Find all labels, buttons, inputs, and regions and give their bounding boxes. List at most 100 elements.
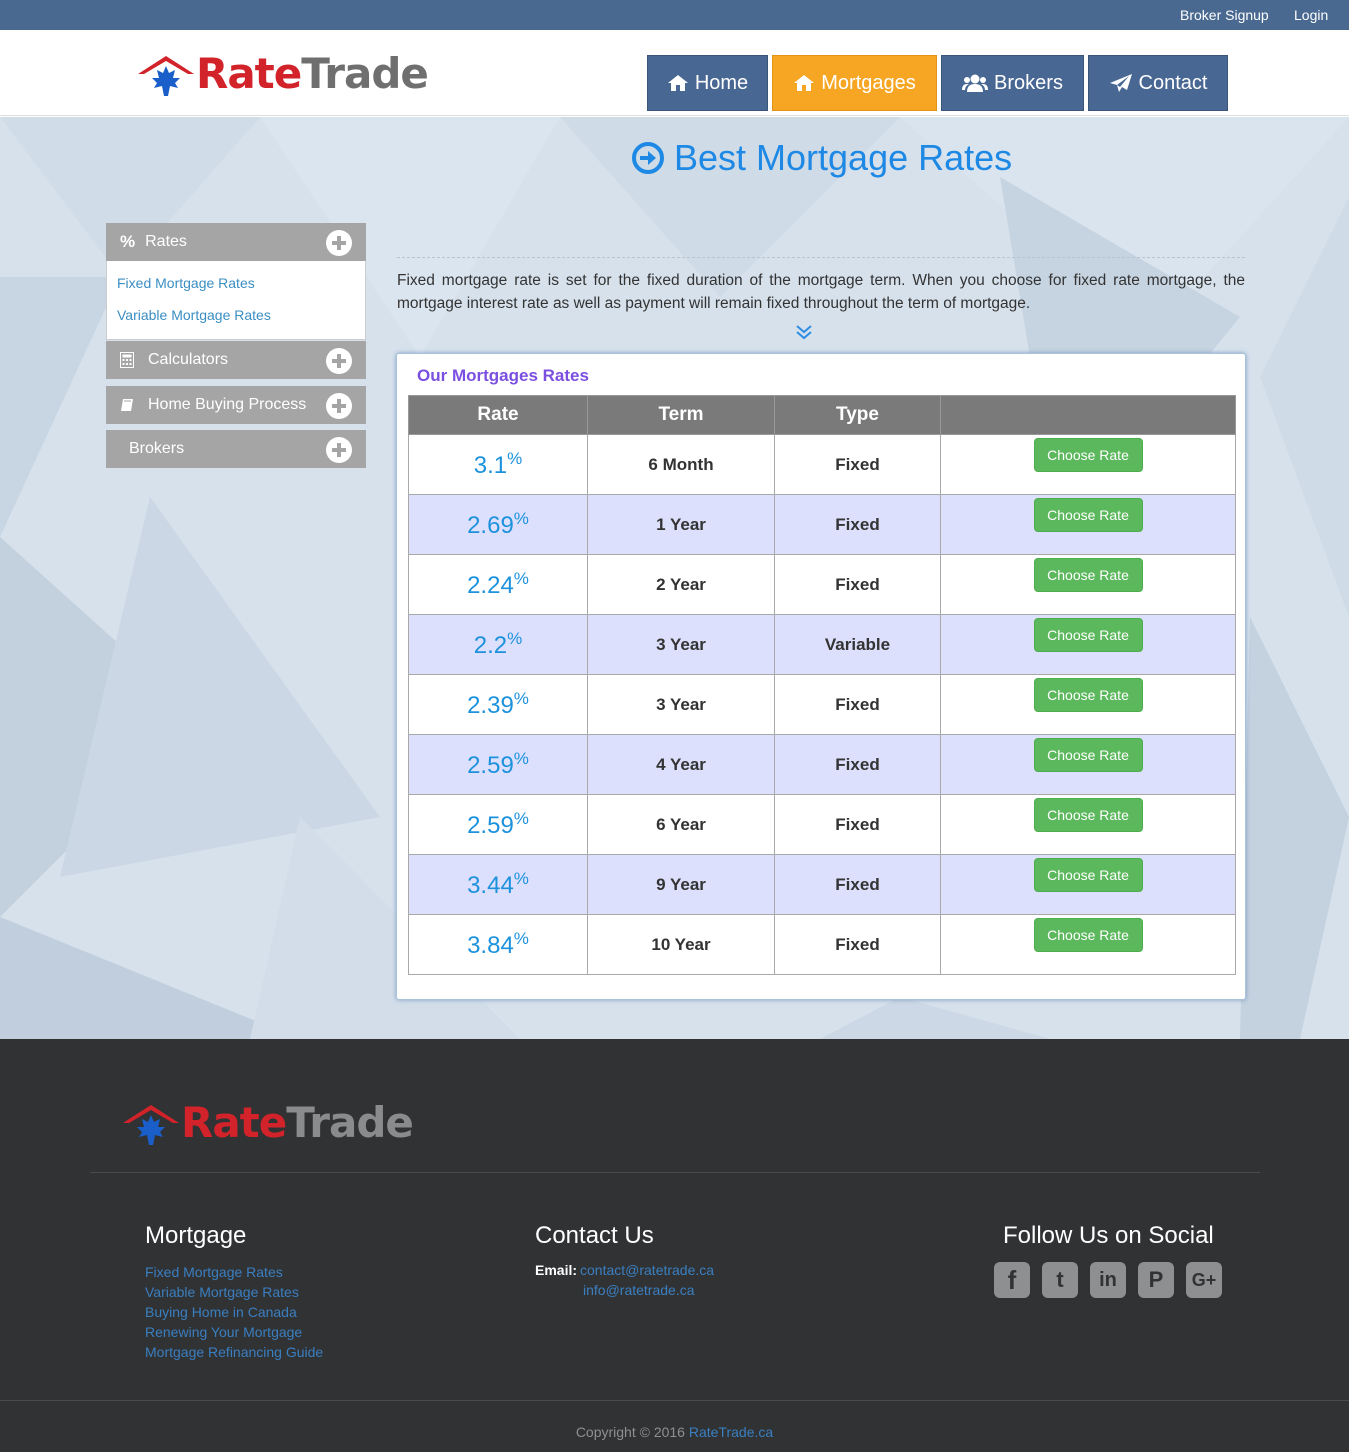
- plus-circle-icon[interactable]: [326, 393, 352, 419]
- ratetrade-logo[interactable]: Rate Trade: [136, 49, 429, 98]
- action-cell: Choose Rate: [940, 674, 1236, 735]
- table-row: 2.59% 4 Year Fixed Choose Rate: [408, 734, 1236, 795]
- footer-link-variable-rates[interactable]: Variable Mortgage Rates: [145, 1282, 323, 1302]
- rate-value: 2.24: [467, 572, 514, 599]
- choose-rate-button[interactable]: Choose Rate: [1033, 858, 1143, 892]
- choose-rate-button[interactable]: Choose Rate: [1033, 678, 1143, 712]
- plus-circle-icon[interactable]: [326, 348, 352, 374]
- action-cell: Choose Rate: [940, 434, 1236, 495]
- rates-panel: Our Mortgages Rates Rate Term Type 3.1% 6…: [396, 353, 1246, 1000]
- sidebar-rates-label: Rates: [145, 233, 187, 250]
- rate-cell: 2.59%: [408, 734, 588, 795]
- double-chevron-down-icon[interactable]: [795, 323, 813, 341]
- nav-contact[interactable]: Contact: [1088, 55, 1228, 111]
- rates-table-body: 3.1% 6 Month Fixed Choose Rate 2.69% 1 Year Fi…: [408, 434, 1236, 975]
- nav-mortgages-label: Mortgages: [821, 71, 916, 94]
- action-cell: Choose Rate: [940, 554, 1236, 615]
- percent-icon: %: [120, 232, 136, 251]
- broker-signup-link[interactable]: Broker Signup: [1180, 7, 1269, 23]
- pinterest-icon[interactable]: P: [1138, 1262, 1174, 1298]
- footer-divider: [90, 1172, 1260, 1173]
- sidebar-home-buying-header[interactable]: Home Buying Process: [106, 386, 366, 424]
- choose-rate-button[interactable]: Choose Rate: [1033, 438, 1143, 472]
- book-icon: [121, 399, 133, 411]
- rate-value: 3.84: [467, 932, 514, 959]
- twitter-icon[interactable]: t: [1042, 1262, 1078, 1298]
- sidebar-calculators-header[interactable]: Calculators: [106, 341, 366, 379]
- choose-rate-button[interactable]: Choose Rate: [1033, 798, 1143, 832]
- percent-sign: %: [513, 689, 529, 708]
- percent-sign: %: [513, 749, 529, 768]
- site-footer: Rate Trade Mortgage Fixed Mortgage Rates…: [0, 1039, 1349, 1452]
- footer-social-heading: Follow Us on Social: [1003, 1222, 1214, 1249]
- footer-logo[interactable]: Rate Trade: [121, 1101, 414, 1145]
- choose-rate-button[interactable]: Choose Rate: [1033, 918, 1143, 952]
- rate-cell: 2.59%: [408, 794, 588, 855]
- action-cell: Choose Rate: [940, 854, 1236, 915]
- footer-contact-heading: Contact Us: [535, 1222, 654, 1249]
- table-row: 2.39% 3 Year Fixed Choose Rate: [408, 674, 1236, 735]
- column-header-action: [940, 395, 1236, 435]
- sidebar-home-buying: Home Buying Process: [106, 386, 366, 424]
- linkedin-icon[interactable]: in: [1090, 1262, 1126, 1298]
- nav-home[interactable]: Home: [647, 55, 768, 111]
- rates-panel-title: Our Mortgages Rates: [417, 366, 589, 385]
- table-header-row: Rate Term Type: [408, 395, 1236, 435]
- sidebar-brokers-header[interactable]: Brokers: [106, 430, 366, 468]
- copyright-link[interactable]: RateTrade.ca: [689, 1424, 773, 1440]
- login-link[interactable]: Login: [1294, 7, 1328, 23]
- term-cell: 9 Year: [587, 854, 775, 915]
- term-cell: 10 Year: [587, 914, 775, 975]
- type-cell: Fixed: [774, 494, 941, 555]
- facebook-icon[interactable]: f: [994, 1262, 1030, 1298]
- google-plus-icon[interactable]: G+: [1186, 1262, 1222, 1298]
- logo-word-trade: Trade: [301, 49, 429, 98]
- term-cell: 6 Year: [587, 794, 775, 855]
- footer-link-renewing[interactable]: Renewing Your Mortgage: [145, 1322, 323, 1342]
- sidebar-rates-header[interactable]: % Rates: [106, 223, 366, 261]
- sidebar-link-variable-rates[interactable]: Variable Mortgage Rates: [117, 299, 355, 331]
- rate-value: 2.39: [467, 692, 514, 719]
- rates-table: Rate Term Type 3.1% 6 Month Fixed Choose Ra…: [408, 395, 1236, 975]
- footer-link-fixed-rates[interactable]: Fixed Mortgage Rates: [145, 1262, 323, 1282]
- table-row: 2.24% 2 Year Fixed Choose Rate: [408, 554, 1236, 615]
- sidebar-link-fixed-rates[interactable]: Fixed Mortgage Rates: [117, 267, 355, 299]
- type-cell: Fixed: [774, 554, 941, 615]
- nav-mortgages[interactable]: Mortgages: [772, 55, 937, 111]
- term-cell: 4 Year: [587, 734, 775, 795]
- rate-value: 3.44: [467, 872, 514, 899]
- choose-rate-button[interactable]: Choose Rate: [1033, 498, 1143, 532]
- table-row: 3.84% 10 Year Fixed Choose Rate: [408, 914, 1236, 975]
- email-link-contact[interactable]: contact@ratetrade.ca: [580, 1262, 714, 1278]
- rate-value: 2.59: [467, 812, 514, 839]
- email-label: Email:: [535, 1262, 578, 1278]
- footer-link-buying-home[interactable]: Buying Home in Canada: [145, 1302, 323, 1322]
- rate-value: 2.59: [467, 752, 514, 779]
- type-cell: Fixed: [774, 854, 941, 915]
- column-header-rate: Rate: [408, 395, 588, 435]
- type-cell: Variable: [774, 614, 941, 675]
- plus-circle-icon[interactable]: [326, 437, 352, 463]
- footer-link-refinancing[interactable]: Mortgage Refinancing Guide: [145, 1342, 323, 1362]
- home-icon: [794, 75, 815, 91]
- users-icon: [962, 74, 989, 92]
- action-cell: Choose Rate: [940, 614, 1236, 675]
- type-cell: Fixed: [774, 434, 941, 495]
- nav-home-label: Home: [694, 71, 749, 94]
- page-title: Best Mortgage Rates: [632, 137, 1012, 179]
- plus-circle-icon[interactable]: [326, 230, 352, 256]
- rate-value: 3.1: [473, 452, 508, 479]
- footer-bottom-divider: [0, 1400, 1349, 1401]
- choose-rate-button[interactable]: Choose Rate: [1033, 738, 1143, 772]
- rate-cell: 2.2%: [408, 614, 588, 675]
- email-link-info[interactable]: info@ratetrade.ca: [583, 1282, 695, 1298]
- nav-brokers[interactable]: Brokers: [941, 55, 1084, 111]
- type-cell: Fixed: [774, 914, 941, 975]
- term-cell: 1 Year: [587, 494, 775, 555]
- nav-contact-label: Contact: [1138, 71, 1208, 94]
- choose-rate-button[interactable]: Choose Rate: [1033, 558, 1143, 592]
- choose-rate-button[interactable]: Choose Rate: [1033, 618, 1143, 652]
- term-cell: 2 Year: [587, 554, 775, 615]
- rate-cell: 2.69%: [408, 494, 588, 555]
- sidebar-calculators: Calculators: [106, 341, 366, 379]
